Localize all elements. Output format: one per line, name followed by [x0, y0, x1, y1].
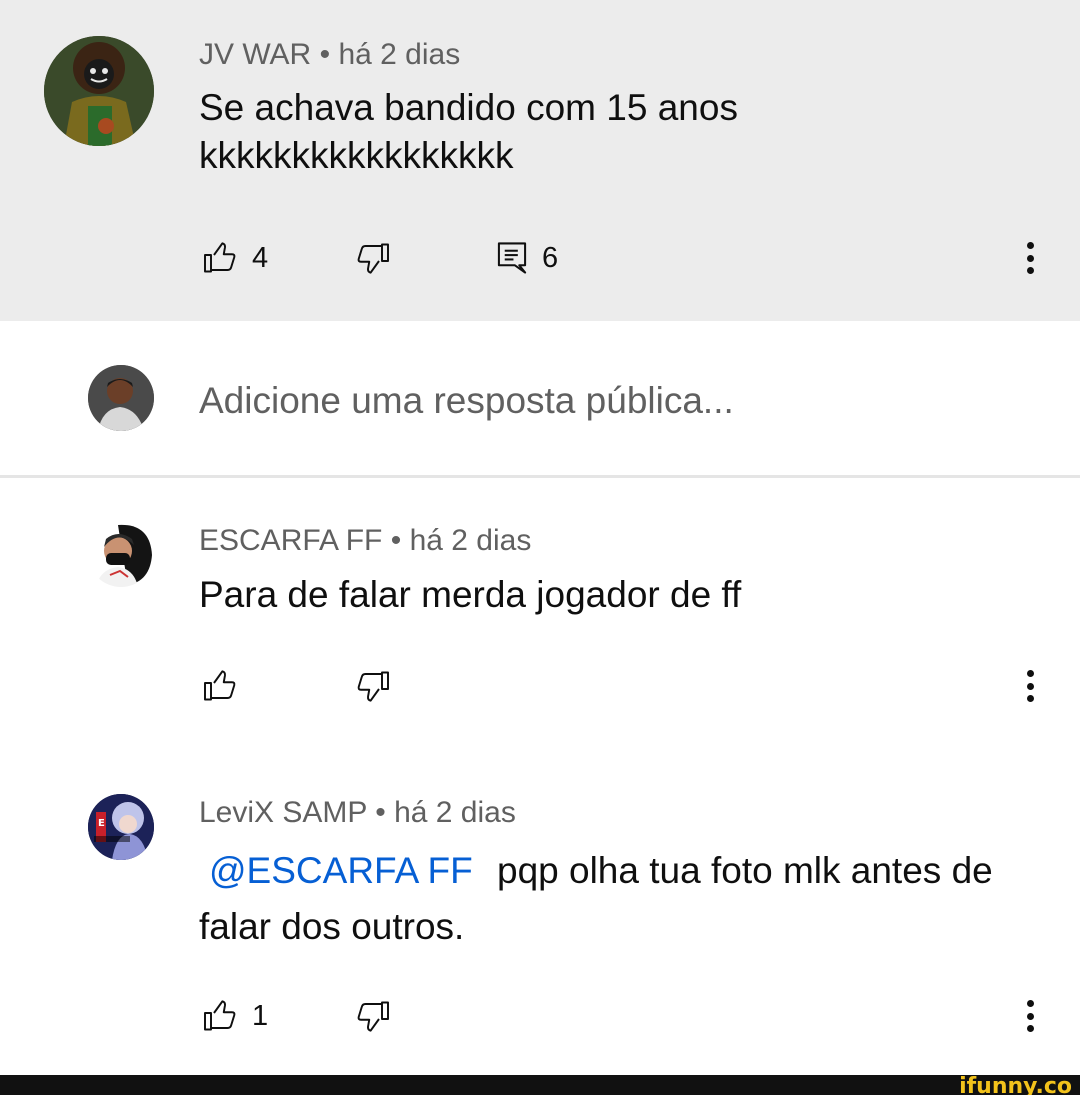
separator-dot: • [375, 796, 386, 829]
separator-dot: • [390, 524, 402, 557]
like-count: 1 [252, 999, 269, 1032]
thumbs-up-icon [204, 670, 236, 701]
comment-text: Para de falar merda jogador de ff [199, 574, 742, 615]
comment-meta: LeviX SAMP • há 2 dias [199, 796, 516, 830]
ifunny-watermark: ifunny.co [959, 1074, 1072, 1095]
like-button[interactable] [202, 666, 238, 706]
dislike-button[interactable] [355, 238, 391, 278]
jv-war-avatar[interactable] [44, 36, 154, 146]
comment-meta: JV WAR • há 2 dias [199, 38, 460, 72]
timestamp: há 2 dias [338, 38, 461, 71]
divider [0, 475, 1080, 478]
svg-text:E: E [98, 818, 105, 829]
watermark-bar: ifunny.co [0, 1074, 1080, 1095]
comments-screen: JV WAR • há 2 dias Se achava bandido com… [0, 0, 1080, 1095]
thumbs-down-icon [357, 671, 389, 702]
like-button[interactable]: 4 [202, 238, 268, 278]
comment-icon [497, 242, 527, 274]
comment-text-line: kkkkkkkkkkkkkkkkk [199, 135, 514, 176]
comment-text: @ESCARFA FF pqp olha tua foto mlk antes … [199, 843, 993, 955]
dislike-button[interactable] [355, 996, 391, 1036]
levix-samp-avatar[interactable]: E [88, 794, 154, 860]
user-mention-link[interactable]: @ESCARFA FF [209, 850, 473, 891]
timestamp: há 2 dias [409, 524, 532, 557]
reply-count: 6 [542, 241, 559, 274]
escarfa-ff-avatar[interactable] [88, 521, 154, 587]
more-options-icon[interactable] [1020, 666, 1040, 706]
comment-text-line: @ESCARFA FF pqp olha tua foto mlk antes … [199, 843, 993, 899]
more-options-icon[interactable] [1020, 238, 1040, 278]
dislike-button[interactable] [355, 666, 391, 706]
timestamp: há 2 dias [394, 796, 516, 829]
like-button[interactable]: 1 [202, 996, 268, 1036]
more-options-icon[interactable] [1020, 996, 1040, 1036]
current-user-avatar [88, 365, 154, 431]
thumbs-down-icon [357, 243, 389, 274]
comment-text-segment: pqp olha tua foto mlk antes de [497, 850, 993, 891]
comment-meta: ESCARFA FF • há 2 dias [199, 524, 531, 558]
like-count: 4 [252, 241, 269, 274]
author-name[interactable]: LeviX SAMP [199, 796, 367, 829]
separator-dot: • [319, 38, 331, 71]
reply-composer: Adicione uma resposta pública... [0, 321, 1080, 477]
reply-input[interactable]: Adicione uma resposta pública... [199, 380, 734, 422]
author-name[interactable]: ESCARFA FF [199, 524, 382, 557]
author-name[interactable]: JV WAR [199, 38, 311, 71]
thumbs-up-icon [204, 242, 236, 273]
comment-text-line: falar dos outros. [199, 906, 465, 947]
reply-button[interactable]: 6 [496, 238, 558, 278]
highlighted-comment: JV WAR • há 2 dias Se achava bandido com… [0, 0, 1080, 321]
thumbs-down-icon [357, 1001, 389, 1032]
thumbs-up-icon [204, 1000, 236, 1031]
comment-text-line: Se achava bandido com 15 anos [199, 87, 738, 128]
comment-text: Se achava bandido com 15 anos kkkkkkkkkk… [199, 84, 738, 180]
